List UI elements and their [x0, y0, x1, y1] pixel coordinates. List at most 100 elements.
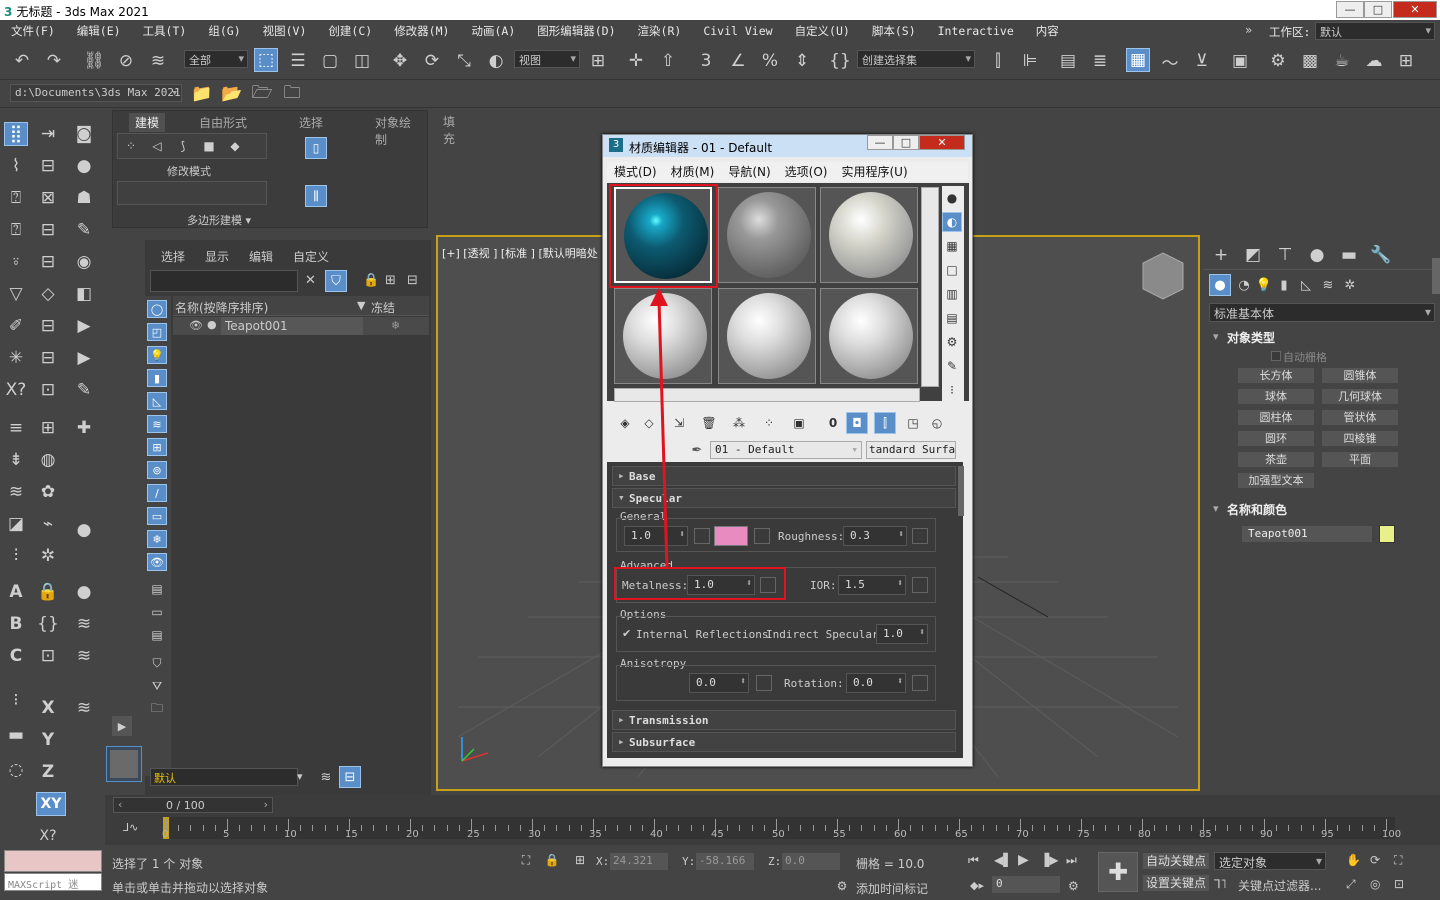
maximize-button[interactable]: □: [1364, 1, 1392, 18]
menu-modifiers[interactable]: 修改器(M): [383, 23, 460, 39]
list-icon-2[interactable]: ▭: [147, 603, 167, 621]
scene-search-input[interactable]: [150, 270, 298, 292]
menu-graph-editors[interactable]: 图形编辑器(D): [526, 23, 626, 39]
menu-animation[interactable]: 动画(A): [460, 23, 526, 39]
spacewarp-filter-icon[interactable]: ≋: [147, 415, 167, 433]
layer-dropdown-arrow-icon[interactable]: ▾: [297, 770, 303, 783]
ribbon-tab-selection[interactable]: 选择: [293, 113, 329, 132]
next-frame-icon[interactable]: ▐▶: [1040, 853, 1058, 867]
project-path-dropdown[interactable]: d:\Documents\3ds Max 2021: [10, 84, 182, 102]
rotation-spinner[interactable]: 0.0: [846, 673, 906, 693]
material-type-button[interactable]: tandard Surfac: [866, 441, 956, 459]
menu-rendering[interactable]: 渲染(R): [627, 23, 693, 39]
scene-menu-edit[interactable]: 编辑: [249, 248, 273, 265]
autogrid-checkbox[interactable]: [1271, 351, 1281, 361]
tool-icon-33[interactable]: ≋: [4, 480, 28, 504]
project-new-icon[interactable]: 📂: [220, 82, 244, 106]
add-time-tag[interactable]: 添加时间标记: [856, 880, 928, 897]
key-filter-icon[interactable]: ⅂˥: [1214, 877, 1227, 891]
torus-button[interactable]: 圆环: [1237, 430, 1315, 447]
funnel-icon-2[interactable]: ⛛: [147, 677, 167, 695]
object-name-input[interactable]: Teapot001: [1241, 525, 1373, 543]
ribbon-tab-populate[interactable]: 填充: [443, 113, 455, 147]
scene-menu-customize[interactable]: 自定义: [293, 248, 329, 265]
z-coord-field[interactable]: 0.0: [782, 853, 840, 870]
set-key-big-icon[interactable]: ✚: [1098, 852, 1138, 892]
anisotropy-spinner[interactable]: 0.0: [689, 673, 749, 693]
tool-icon-4[interactable]: ⌇: [4, 154, 28, 178]
rollout-arrow-icon-2[interactable]: ▾: [1213, 502, 1219, 515]
render-setup-icon[interactable]: ⚙: [1266, 49, 1290, 73]
element-icon[interactable]: ◆: [224, 135, 246, 157]
play-icon[interactable]: ▶: [1018, 852, 1029, 868]
layers-icon[interactable]: ≋: [72, 612, 96, 636]
current-frame-spinner[interactable]: 0: [992, 876, 1060, 893]
close-button[interactable]: ✕: [1393, 1, 1437, 18]
list-icon-3[interactable]: ▤: [147, 626, 167, 644]
tool-icon-36[interactable]: ⌁: [36, 512, 60, 536]
folder-icon[interactable]: 🗀: [147, 700, 167, 718]
rollout-subsurface[interactable]: Subsurface: [612, 732, 956, 752]
selection-lock-icon[interactable]: 🔒: [542, 850, 562, 870]
tool-icon-38[interactable]: ✲: [36, 544, 60, 568]
light-filter-icon[interactable]: 💡: [147, 346, 167, 364]
tool-icon-14[interactable]: ⊟: [36, 250, 60, 274]
axis-z-icon[interactable]: Z: [36, 760, 60, 784]
column-name[interactable]: 名称(按降序排序): [175, 299, 268, 316]
spinner-snap-icon[interactable]: ⇕: [790, 49, 814, 73]
scene-explorer-icon[interactable]: ▤: [1056, 49, 1080, 73]
material-id-icon[interactable]: ▣: [788, 412, 810, 434]
time-slider-prev-icon[interactable]: ‹: [118, 798, 122, 811]
scale-icon[interactable]: ⤡: [452, 49, 476, 73]
uv-tiling-icon[interactable]: □: [942, 260, 962, 280]
mat-minimize-button[interactable]: —: [867, 135, 893, 150]
axis-x-icon[interactable]: X: [36, 696, 60, 720]
cylinder-button[interactable]: 圆柱体: [1237, 409, 1315, 426]
tool-icon-7[interactable]: ⍰: [4, 186, 28, 210]
show-end-result-icon[interactable]: ⫿: [874, 412, 896, 434]
filter-icon[interactable]: ⛉: [325, 270, 347, 292]
maxscript-input[interactable]: MAXScript 迷: [4, 873, 102, 891]
spacewarps-icon[interactable]: ≋: [1317, 274, 1339, 296]
xyz-icon[interactable]: X?: [4, 378, 28, 402]
freeze-icon[interactable]: ❄: [391, 319, 400, 332]
menu-view[interactable]: 视图(V): [252, 23, 318, 39]
roughness-map-button[interactable]: [912, 528, 928, 544]
layer-dropdown[interactable]: 默认: [150, 768, 298, 786]
workspace-dropdown[interactable]: 默认: [1315, 22, 1435, 40]
material-editor-icon[interactable]: ▣: [1228, 49, 1252, 73]
edit-named-selection-icon[interactable]: {}: [828, 49, 852, 73]
tool-icon-30[interactable]: ✚: [72, 416, 96, 440]
object-color-swatch[interactable]: [1379, 525, 1395, 543]
angle-snap-icon[interactable]: ∠: [726, 49, 750, 73]
rotate-icon[interactable]: ⟳: [420, 49, 444, 73]
tool-icon-18[interactable]: ◧: [72, 282, 96, 306]
material-slot-3[interactable]: [820, 187, 918, 283]
tool-icon-22[interactable]: ✳: [4, 346, 28, 370]
tool-icon-23[interactable]: ⊟: [36, 346, 60, 370]
layers-add-icon[interactable]: ≋: [72, 644, 96, 668]
nav-orbit-icon[interactable]: ⟳: [1370, 853, 1380, 867]
select-manipulate-icon[interactable]: ✛: [624, 49, 648, 73]
indirect-spec-spinner[interactable]: 1.0: [876, 624, 928, 644]
lights-icon[interactable]: 💡: [1253, 274, 1275, 296]
render-dot-icon[interactable]: ●: [207, 318, 217, 331]
ref-coord-dropdown[interactable]: 视图: [514, 50, 580, 68]
cameras-icon[interactable]: ▮: [1273, 274, 1295, 296]
tool-icon-31[interactable]: ⇟: [4, 448, 28, 472]
make-preview-icon[interactable]: ▤: [942, 308, 962, 328]
bind-spacewarp-icon[interactable]: ≋: [146, 49, 170, 73]
get-material-icon[interactable]: ◈: [614, 412, 636, 434]
mat-maximize-button[interactable]: □: [893, 135, 919, 150]
mat-menu-options[interactable]: 选项(O): [778, 163, 835, 180]
text-b-icon[interactable]: B: [4, 612, 28, 636]
material-map-navigator-icon[interactable]: ⁝: [942, 380, 962, 400]
sphere-icon-2[interactable]: ●: [72, 580, 96, 604]
mat-menu-material[interactable]: 材质(M): [664, 163, 722, 180]
edge-icon[interactable]: ◁: [146, 135, 168, 157]
border-icon[interactable]: ⟆: [172, 135, 194, 157]
tool-icon-24[interactable]: ▶: [72, 346, 96, 370]
prev-frame-icon[interactable]: ◀▌: [994, 853, 1012, 867]
tool-icon-9[interactable]: ☗: [72, 186, 96, 210]
ribbon-toggle-icon-3[interactable]: ⫼: [305, 185, 327, 207]
